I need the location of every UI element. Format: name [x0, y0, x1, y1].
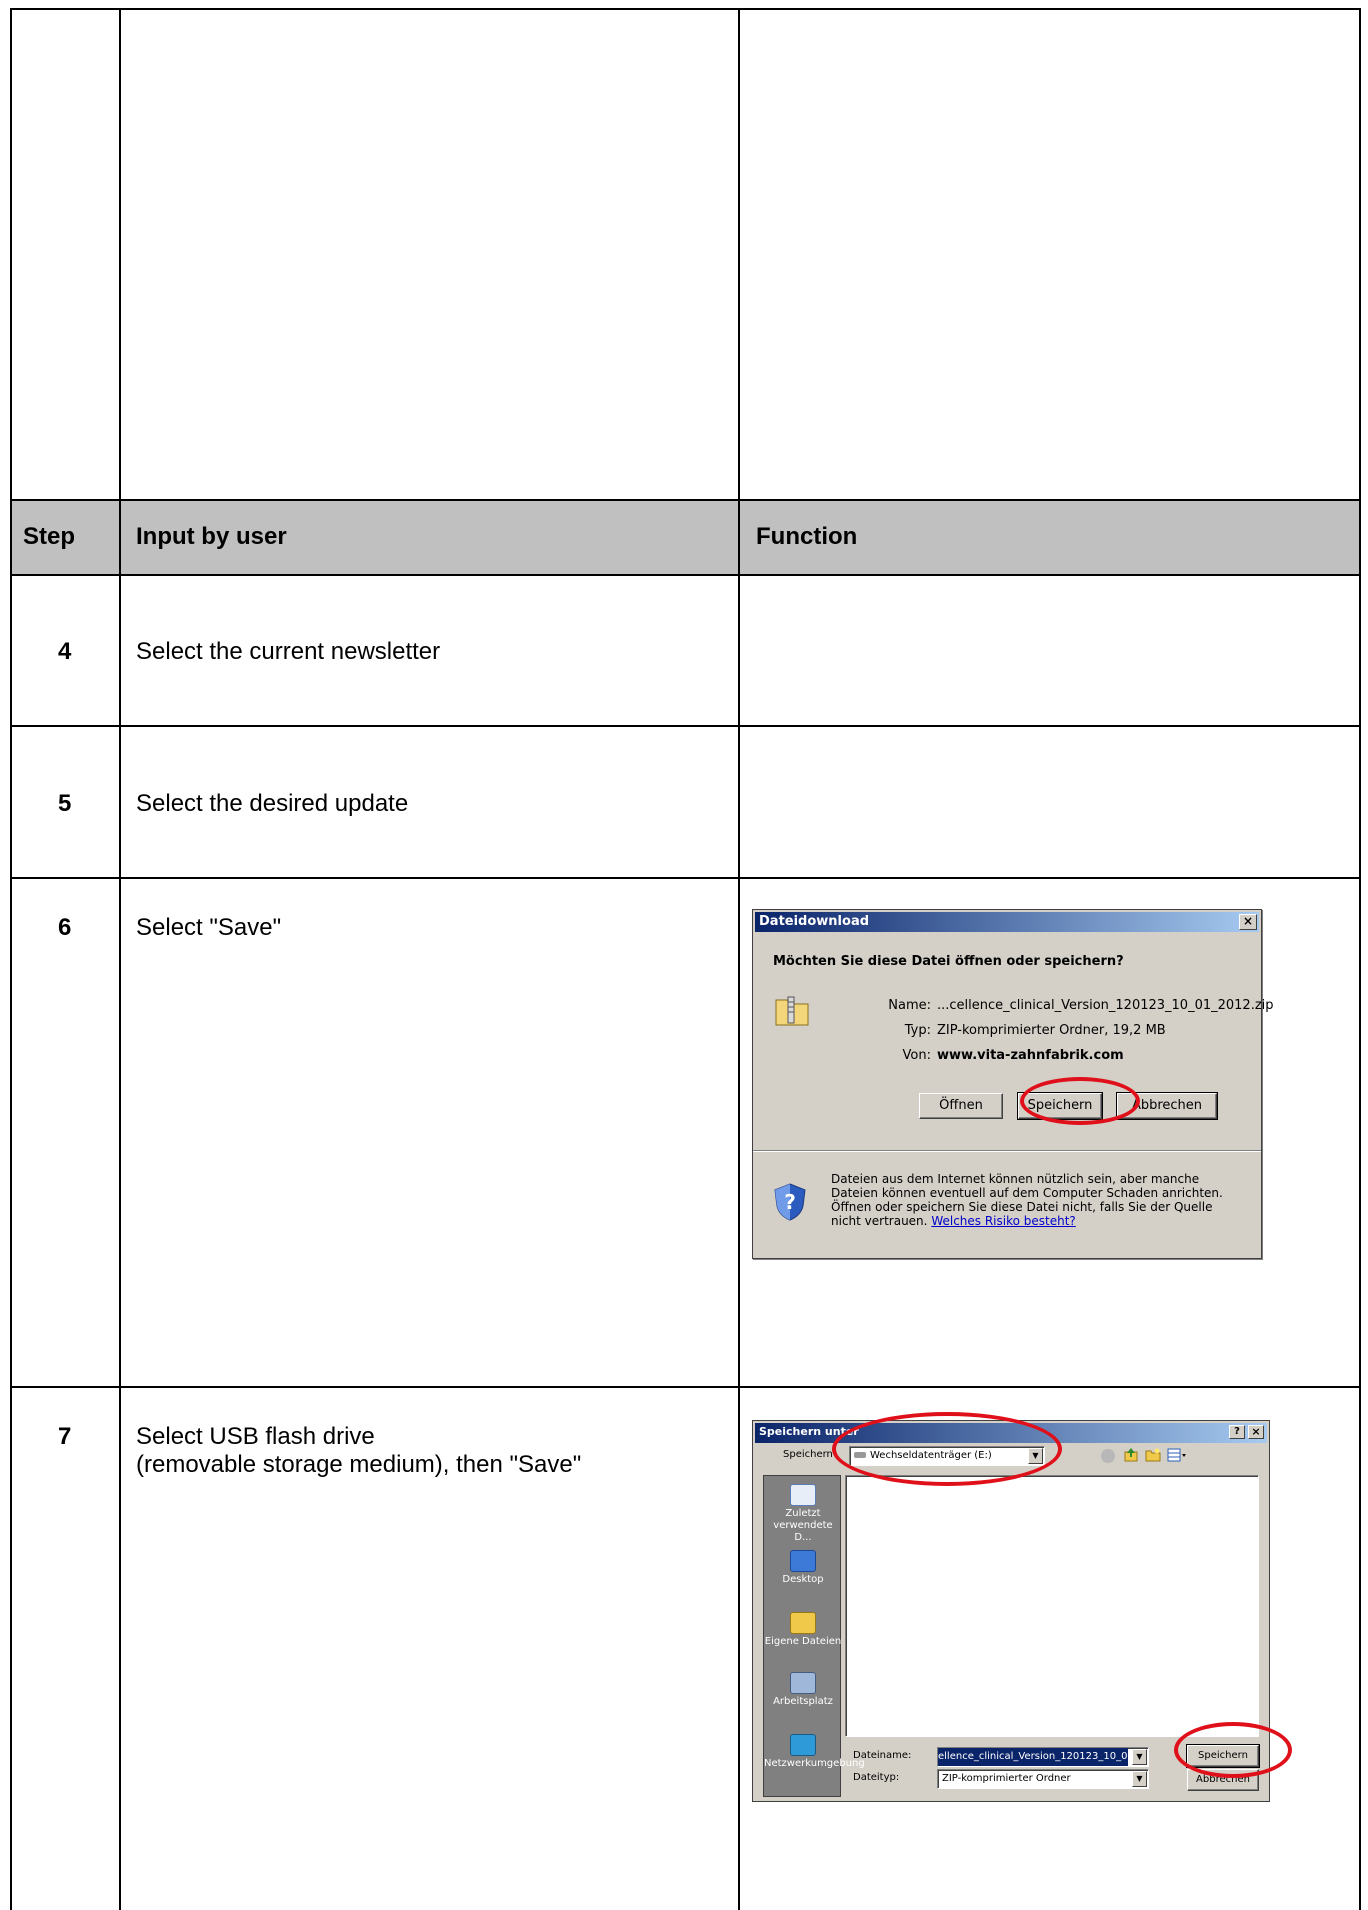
svg-text:?: ? — [784, 1190, 796, 1214]
dialog-title: Dateidownload — [759, 914, 870, 929]
close-icon[interactable]: × — [1239, 914, 1257, 930]
place-recent[interactable]: Zuletzt verwendete D... — [764, 1484, 842, 1544]
place-label: Desktop — [782, 1574, 824, 1585]
dialog-titlebar: Dateidownload × — [755, 912, 1259, 932]
place-desktop[interactable]: Desktop — [764, 1550, 842, 1586]
warning-line-1: Dateien aus dem Internet können nützlich… — [831, 1172, 1200, 1186]
warning-line-4: nicht vertrauen. Welches Risiko besteht? — [831, 1214, 1076, 1228]
drive-icon — [854, 1452, 866, 1458]
step-number: 7 — [58, 1423, 72, 1450]
place-label: Eigene Dateien — [764, 1636, 842, 1647]
dialog-titlebar: Speichern unter ? × — [755, 1423, 1267, 1443]
cancel-button[interactable]: Abbrechen — [1187, 1769, 1259, 1791]
desktop-icon — [790, 1550, 816, 1572]
recent-icon — [790, 1484, 816, 1506]
dialog-separator — [753, 1150, 1261, 1152]
warning-line-2: Dateien können eventuell auf dem Compute… — [831, 1186, 1223, 1200]
my-computer-icon — [790, 1672, 816, 1694]
place-network[interactable]: Netzwerkumgebung — [764, 1734, 865, 1770]
network-icon — [790, 1734, 816, 1756]
step-instruction-line1: Select USB flash drive — [136, 1423, 375, 1450]
warning-line-3: Öffnen oder speichern Sie diese Datei ni… — [831, 1200, 1213, 1214]
step-instruction-line2: (removable storage medium), then "Save" — [136, 1451, 582, 1478]
warning-text: nicht vertrauen. — [831, 1214, 928, 1228]
open-button[interactable]: Öffnen — [919, 1093, 1003, 1119]
filename-value: ellence_clinical_Version_120123_10_01_20… — [938, 1748, 1128, 1766]
place-my-documents[interactable]: Eigene Dateien — [764, 1612, 842, 1648]
step-instruction: Select the current newsletter — [136, 638, 441, 665]
up-folder-icon[interactable] — [1123, 1447, 1139, 1463]
view-menu-icon[interactable] — [1167, 1448, 1187, 1462]
save-in-value: Wechseldatenträger (E:) — [870, 1450, 992, 1461]
from-label: Von: — [902, 1048, 931, 1063]
zip-file-icon — [773, 994, 811, 1028]
step-number: 6 — [58, 914, 72, 941]
step-number: 4 — [58, 638, 72, 665]
place-label: Zuletzt verwendete D... — [773, 1508, 833, 1543]
name-label: Name: — [888, 998, 931, 1013]
file-type: ZIP-komprimierter Ordner, 19,2 MB — [937, 1023, 1166, 1038]
back-icon[interactable] — [1101, 1449, 1115, 1463]
file-source: www.vita-zahnfabrik.com — [937, 1048, 1124, 1063]
chevron-down-icon[interactable]: ▼ — [1132, 1749, 1147, 1765]
filename-input[interactable]: ellence_clinical_Version_120123_10_01_20… — [937, 1747, 1149, 1767]
step-instruction: Select "Save" — [136, 914, 282, 941]
filetype-label: Dateityp: — [853, 1772, 900, 1783]
my-documents-icon — [790, 1612, 816, 1634]
shield-icon: ? — [773, 1182, 807, 1222]
file-name: ...cellence_clinical_Version_120123_10_0… — [937, 998, 1274, 1013]
save-as-dialog: Speichern unter ? × Speichern Wechseldat… — [752, 1420, 1270, 1802]
filename-label: Dateiname: — [853, 1750, 912, 1761]
close-icon[interactable]: × — [1248, 1425, 1264, 1439]
filetype-value: ZIP-komprimierter Ordner — [942, 1773, 1071, 1784]
type-label: Typ: — [904, 1023, 931, 1038]
help-icon[interactable]: ? — [1229, 1425, 1245, 1439]
chevron-down-icon[interactable]: ▼ — [1028, 1448, 1043, 1464]
download-dialog: Dateidownload × Möchten Sie diese Datei … — [752, 909, 1274, 1259]
save-in-dropdown[interactable]: Wechseldatenträger (E:) ▼ — [849, 1446, 1045, 1466]
header-function: Function — [756, 523, 858, 550]
header-input: Input by user — [136, 523, 287, 550]
cancel-button[interactable]: Abbrechen — [1116, 1092, 1218, 1120]
filetype-dropdown[interactable]: ZIP-komprimierter Ordner ▼ — [937, 1769, 1149, 1789]
place-label: Arbeitsplatz — [773, 1696, 833, 1707]
new-folder-icon[interactable] — [1145, 1447, 1161, 1463]
save-in-label: Speichern — [783, 1449, 833, 1460]
save-button[interactable]: Speichern — [1186, 1744, 1260, 1768]
places-bar: Zuletzt verwendete D... Desktop Eigene D… — [763, 1475, 865, 1797]
step-instruction: Select the desired update — [136, 790, 409, 817]
header-step: Step — [23, 523, 76, 550]
step-number: 5 — [58, 790, 72, 817]
place-my-computer[interactable]: Arbeitsplatz — [764, 1672, 842, 1708]
save-button[interactable]: Speichern — [1017, 1092, 1103, 1120]
chevron-down-icon[interactable]: ▼ — [1132, 1771, 1147, 1787]
place-label: Netzwerkumgebung — [764, 1758, 865, 1769]
dialog-title: Speichern unter — [759, 1425, 859, 1438]
dialog-question: Möchten Sie diese Datei öffnen oder spei… — [773, 954, 1124, 969]
file-list[interactable] — [845, 1475, 1259, 1737]
risk-link[interactable]: Welches Risiko besteht? — [931, 1214, 1076, 1228]
